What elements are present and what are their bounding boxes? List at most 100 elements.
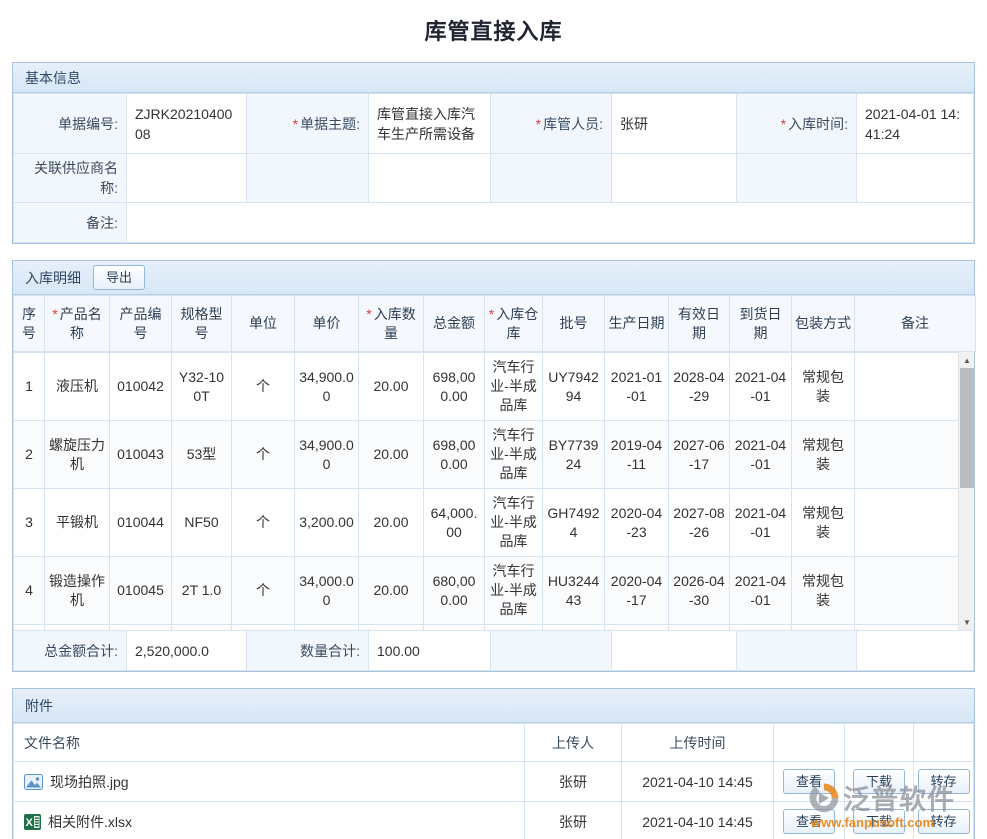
detail-cell: 20.00 — [359, 353, 424, 421]
details-table: 1液压机010042Y32-100T个34,900.0020.00698,000… — [13, 352, 960, 630]
detail-cell: 2021-04-01 — [730, 557, 792, 625]
detail-cell: 680,000.00 — [424, 557, 485, 625]
detail-cell: 2021-04-01 — [730, 489, 792, 557]
detail-cell: 20.00 — [359, 489, 424, 557]
image-file-icon — [24, 774, 43, 790]
detail-cell: 698,000.00 — [424, 421, 485, 489]
remark-value[interactable] — [127, 203, 974, 243]
basic-info-header: 基本信息 — [13, 63, 974, 93]
details-title: 入库明细 — [25, 268, 81, 288]
detail-column-header: *入库仓库 — [485, 296, 543, 352]
view-button[interactable]: 查看 — [783, 769, 835, 794]
detail-cell: 常规包装 — [792, 557, 855, 625]
file-name-column-header: 文件名称 — [14, 724, 525, 762]
uploader-cell: 张研 — [525, 762, 622, 802]
detail-cell — [855, 353, 960, 421]
detail-row-partial — [14, 625, 960, 631]
attachments-table: 文件名称 上传人 上传时间 现场拍照.jpg张研2021-04-10 14:45… — [13, 723, 974, 839]
detail-row: 3平锻机010044NF50个3,200.0020.0064,000.00汽车行… — [14, 489, 960, 557]
doc-no-value[interactable]: ZJRK2021040008 — [127, 94, 247, 154]
file-name-cell: 现场拍照.jpg — [14, 762, 525, 802]
total-qty-value: 100.00 — [369, 631, 491, 671]
detail-cell: 2020-04-17 — [605, 557, 669, 625]
upload-time-cell: 2021-04-10 14:45 — [622, 802, 774, 839]
action-cell: 转存 — [914, 762, 974, 802]
keeper-label: *库管人员: — [491, 94, 612, 154]
empty-label-cell — [737, 631, 857, 671]
detail-column-header: 批号 — [543, 296, 605, 352]
detail-cell: BY773924 — [543, 421, 605, 489]
upload-time-cell: 2021-04-10 14:45 — [622, 762, 774, 802]
detail-cell: GH74924 — [543, 489, 605, 557]
detail-cell: 汽车行业-半成品库 — [485, 421, 543, 489]
detail-column-header: 到货日期 — [730, 296, 792, 352]
transfer-button[interactable]: 转存 — [918, 809, 970, 834]
upload-time-column-header: 上传时间 — [622, 724, 774, 762]
file-name-link[interactable]: 相关附件.xlsx — [48, 812, 132, 832]
page-title: 库管直接入库 — [0, 0, 987, 62]
empty-value-cell — [369, 154, 491, 203]
file-name-link[interactable]: 现场拍照.jpg — [50, 772, 129, 792]
scrollbar-thumb[interactable] — [960, 368, 974, 488]
detail-cell: 20.00 — [359, 421, 424, 489]
export-button[interactable]: 导出 — [93, 265, 145, 290]
detail-cell: 螺旋压力机 — [45, 421, 110, 489]
detail-cell: 2021-04-01 — [730, 421, 792, 489]
action-cell: 下载 — [845, 762, 914, 802]
detail-column-header: 总金额 — [424, 296, 485, 352]
detail-cell — [855, 489, 960, 557]
detail-column-header: 单价 — [295, 296, 359, 352]
file-name-cell: X相关附件.xlsx — [14, 802, 525, 839]
detail-cell: 个 — [232, 353, 295, 421]
detail-row: 4锻造操作机0100452T 1.0个34,000.0020.00680,000… — [14, 557, 960, 625]
scrollbar-up-icon[interactable]: ▲ — [959, 352, 974, 368]
download-button[interactable]: 下载 — [853, 809, 905, 834]
uploader-cell: 张研 — [525, 802, 622, 839]
detail-cell: 3 — [14, 489, 45, 557]
detail-cell: 2028-04-29 — [669, 353, 730, 421]
action-column-header — [845, 724, 914, 762]
required-mark: * — [293, 116, 298, 132]
detail-cell: 平锻机 — [45, 489, 110, 557]
detail-cell: 汽车行业-半成品库 — [485, 353, 543, 421]
vertical-scrollbar[interactable]: ▲ ▼ — [958, 352, 974, 630]
supplier-label: 关联供应商名称: — [14, 154, 127, 203]
transfer-button[interactable]: 转存 — [918, 769, 970, 794]
storage-time-label: *入库时间: — [737, 94, 857, 154]
detail-cell: Y32-100T — [172, 353, 232, 421]
supplier-value[interactable] — [127, 154, 247, 203]
detail-column-header: 备注 — [855, 296, 976, 352]
detail-cell: 2026-04-30 — [669, 557, 730, 625]
scrollbar-down-icon[interactable]: ▼ — [959, 614, 974, 630]
detail-cell: 常规包装 — [792, 489, 855, 557]
details-section: 入库明细 导出 序号*产品名称产品编号规格型号单位单价*入库数量总金额*入库仓库… — [12, 260, 975, 672]
empty-value-cell — [612, 631, 737, 671]
download-button[interactable]: 下载 — [853, 769, 905, 794]
detail-cell: 常规包装 — [792, 421, 855, 489]
action-cell: 查看 — [774, 762, 845, 802]
detail-cell: 2021-04-01 — [730, 353, 792, 421]
basic-info-table: 单据编号: ZJRK2021040008 *单据主题: 库管直接入库汽车生产所需… — [13, 93, 974, 243]
detail-cell: NF50 — [172, 489, 232, 557]
empty-value-cell — [857, 631, 974, 671]
total-amount-label: 总金额合计: — [14, 631, 127, 671]
details-header: 入库明细 导出 — [13, 261, 974, 295]
details-totals-row: 总金额合计: 2,520,000.0 数量合计: 100.00 — [13, 630, 974, 671]
basic-info-title: 基本信息 — [25, 68, 81, 88]
empty-label-cell — [491, 631, 612, 671]
detail-column-header: 包装方式 — [792, 296, 855, 352]
storage-time-value[interactable]: 2021-04-01 14:41:24 — [857, 94, 974, 154]
detail-cell: 液压机 — [45, 353, 110, 421]
keeper-value[interactable]: 张研 — [612, 94, 737, 154]
subject-label: *单据主题: — [247, 94, 369, 154]
view-button[interactable]: 查看 — [783, 809, 835, 834]
empty-value-cell — [857, 154, 974, 203]
detail-column-header: 生产日期 — [605, 296, 669, 352]
attachments-header: 附件 — [13, 689, 974, 723]
subject-value[interactable]: 库管直接入库汽车生产所需设备 — [369, 94, 491, 154]
detail-cell: 锻造操作机 — [45, 557, 110, 625]
detail-column-header: 序号 — [14, 296, 45, 352]
detail-cell: HU324443 — [543, 557, 605, 625]
attachments-section: 附件 文件名称 上传人 上传时间 现场拍照.jpg张研2021-04-10 14… — [12, 688, 975, 839]
detail-cell: 34,900.00 — [295, 353, 359, 421]
